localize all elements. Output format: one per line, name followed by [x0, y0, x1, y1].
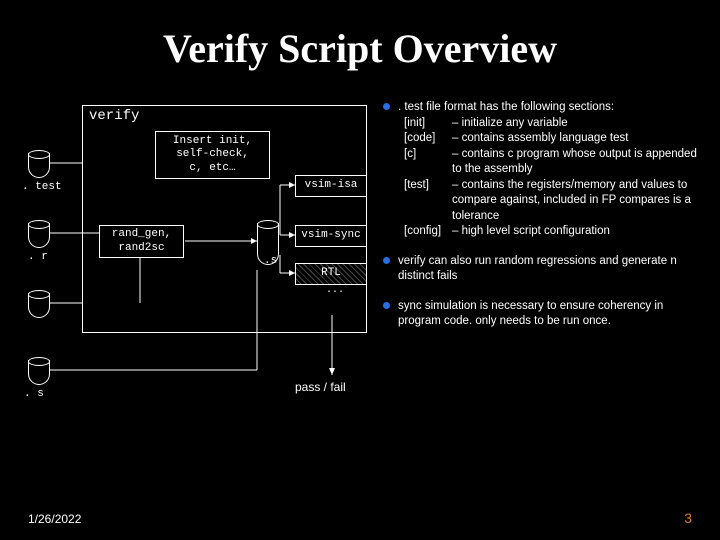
bullet-3: sync simulation is necessary to ensure c…: [383, 299, 708, 330]
dots: ...: [326, 287, 344, 295]
sect-init-key: [init]: [404, 116, 452, 132]
label-r: . r: [28, 251, 48, 263]
sect-code-desc: – contains assembly language test: [452, 131, 628, 147]
sect-test-desc: – contains the registers/memory and valu…: [452, 178, 708, 225]
vsim-isa-box: vsim-isa: [295, 175, 367, 197]
passfail-label: pass / fail: [295, 380, 346, 394]
label-test: . test: [22, 181, 62, 193]
cylinder-test: [28, 150, 50, 178]
bullet-2-text: verify can also run random regressions a…: [398, 254, 708, 285]
slide-title: Verify Script Overview: [0, 0, 720, 72]
cylinder-r: [28, 220, 50, 248]
sect-code-key: [code]: [404, 131, 452, 147]
rand-box: rand_gen, rand2sc: [99, 225, 184, 258]
verify-label: verify: [89, 108, 139, 124]
bullet-dot-icon: [383, 103, 390, 110]
sect-config-desc: – high level script configuration: [452, 224, 610, 240]
cylinder-s-bottom: [28, 357, 50, 385]
bullet-list: . test file format has the following sec…: [383, 100, 708, 344]
footer-date: 1/26/2022: [28, 512, 81, 526]
sect-c-key: [c]: [404, 147, 452, 178]
s-mid-label: .s: [264, 255, 277, 267]
sect-config-key: [config]: [404, 224, 452, 240]
bullet-1-intro: . test file format has the following sec…: [398, 100, 708, 116]
sect-test-key: [test]: [404, 178, 452, 225]
sect-c-desc: – contains c program whose output is app…: [452, 147, 708, 178]
bullet-1: . test file format has the following sec…: [383, 100, 708, 240]
insert-box: Insert init, self-check, c, etc…: [155, 131, 270, 179]
rtl-box: RTL: [295, 263, 367, 285]
bullet-3-text: sync simulation is necessary to ensure c…: [398, 299, 708, 330]
bullet-2: verify can also run random regressions a…: [383, 254, 708, 285]
label-s: . s: [24, 388, 44, 400]
bullet-dot-icon: [383, 302, 390, 309]
footer-page-number: 3: [684, 510, 692, 526]
sect-init-desc: – initialize any variable: [452, 116, 568, 132]
vsim-sync-box: vsim-sync: [295, 225, 367, 247]
rtl-label: RTL: [321, 267, 341, 280]
diagram: . test . r . s verify Insert init, self-…: [20, 105, 380, 410]
bullet-dot-icon: [383, 257, 390, 264]
cylinder-s-left: [28, 290, 50, 318]
